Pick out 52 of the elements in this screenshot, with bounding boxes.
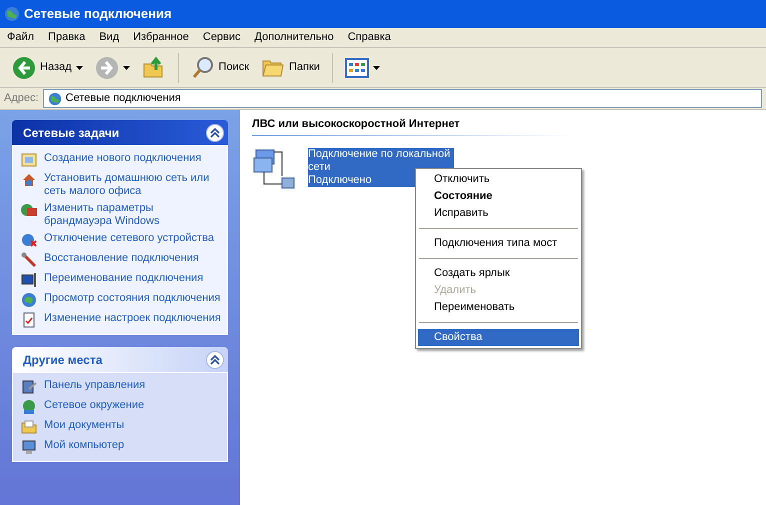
computer-icon [21,439,37,455]
menu-item[interactable]: Свойства [418,329,579,346]
menu-item[interactable]: Вид [92,29,126,46]
collapse-icon[interactable] [206,124,224,142]
panel-header[interactable]: Другие места [12,347,228,372]
checklist-icon [21,312,37,328]
menu-item[interactable]: Сервис [196,29,248,46]
menu-item[interactable]: Справка [340,29,398,46]
menu-item[interactable]: Дополнительно [248,29,341,46]
menu-item[interactable]: Переименовать [418,299,579,316]
panel-header[interactable]: Сетевые задачи [12,120,228,145]
menu-item[interactable]: Избранное [126,29,196,46]
folder-icon [21,419,37,435]
folders-button[interactable]: Папки [257,52,324,84]
task-link[interactable]: Переименование подключения [44,272,223,285]
wrench-icon [21,252,37,268]
caret-icon[interactable] [372,66,380,70]
control-panel-icon [21,379,37,395]
task-link[interactable]: Просмотр состояния подключения [44,292,223,305]
wizard-icon [21,152,37,168]
menu-item[interactable]: Подключения типа мост [418,235,579,252]
house-icon [21,172,37,188]
menu-item[interactable]: Состояние [418,188,579,205]
network-icon [48,92,62,106]
address-label: Адрес: [4,91,39,106]
caret-icon[interactable] [76,66,83,70]
address-field[interactable]: Сетевые подключения [42,89,762,108]
task-link[interactable]: Изменить параметры брандмауэра Windows [44,202,223,228]
views-icon [344,56,369,80]
monitor-icon [21,272,37,288]
task-link[interactable]: Изменение настроек подключения [44,312,223,325]
window-title: Сетевые подключения [24,5,172,24]
collapse-icon[interactable] [206,350,224,368]
menu-item[interactable]: Файл [0,29,42,46]
group-heading: ЛВС или высокоскоростной Интернет [252,117,461,132]
search-icon [190,56,215,80]
task-link[interactable]: Мой компьютер [44,439,223,452]
back-button[interactable]: Назад [8,52,87,84]
task-link[interactable]: Панель управления [44,379,223,392]
globe-cross-icon [21,232,37,248]
task-link[interactable]: Сетевое окружение [44,399,223,412]
task-link[interactable]: Отключение сетевого устройства [44,232,223,245]
menu-item[interactable]: Исправить [418,205,579,222]
task-link[interactable]: Восстановление подключения [44,252,223,265]
search-button[interactable]: Поиск [186,52,254,84]
globe-icon [21,292,37,308]
task-link[interactable]: Мои документы [44,419,223,432]
task-link[interactable]: Создание нового подключения [44,152,223,165]
menu-item[interactable]: Правка [41,29,92,46]
menu-item[interactable]: Создать ярлык [418,265,579,282]
task-link[interactable]: Установить домашнюю сеть или сеть малого офиса [44,172,223,198]
network-icon [4,6,20,22]
